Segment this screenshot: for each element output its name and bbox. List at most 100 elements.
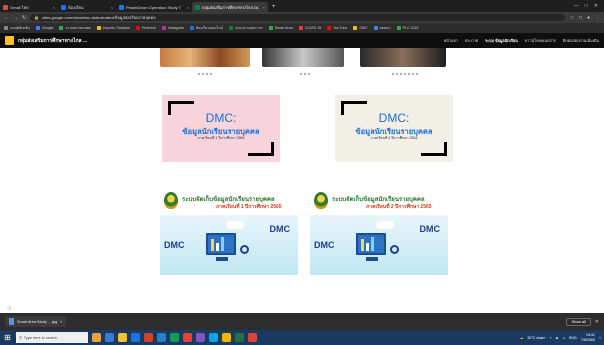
close-download-bar-icon[interactable]: ✕	[595, 319, 599, 325]
dmc-logo-text-left: DMC	[314, 240, 335, 250]
bookmark-item[interactable]: YouTube	[327, 26, 347, 30]
windows-start-icon[interactable]: ⊞	[3, 333, 12, 342]
bookmark-label: COVID-19	[304, 26, 322, 30]
bookmark-item[interactable]: Smart Area	[268, 26, 293, 30]
browser-tab[interactable]: ห้องเรียน ×	[58, 2, 116, 12]
chevron-up-icon[interactable]: ˄	[549, 336, 551, 340]
browser-tab[interactable]: กลุ่มส่งเสริมการศึกษาทางไกล DLTV ×	[192, 2, 268, 12]
new-tab-button[interactable]: +	[268, 2, 280, 12]
bookmark-favicon-icon	[189, 26, 194, 30]
weather-text[interactable]: 30°C ฝนตก	[527, 335, 545, 341]
tab-favicon-icon	[195, 4, 200, 10]
bookmark-item[interactable]: Instagram	[161, 26, 184, 30]
maximize-icon[interactable]: □	[585, 3, 588, 9]
bookmark-favicon-icon	[135, 26, 140, 30]
bookmark-favicon-icon	[373, 26, 378, 30]
bookmark-favicon-icon	[396, 26, 401, 30]
search-placeholder: Type here to search	[23, 335, 58, 340]
taskbar-app-icon[interactable]	[183, 333, 192, 342]
bookmark-favicon-icon	[353, 26, 358, 30]
bookmark-item[interactable]: COVID-19	[298, 26, 322, 30]
profile-icon[interactable]: ●	[587, 15, 590, 21]
notification-icon[interactable]: □	[599, 336, 601, 340]
close-window-icon[interactable]: ✕	[594, 3, 598, 9]
bookmark-item[interactable]: DMC	[353, 26, 368, 30]
site-logo[interactable]	[5, 36, 14, 45]
bookmark-item[interactable]: PLC 2022	[396, 26, 419, 30]
taskbar-app-icon[interactable]	[118, 333, 127, 342]
close-tab-icon[interactable]: ×	[263, 5, 265, 10]
bookmark-favicon-icon	[327, 26, 332, 30]
volume-icon[interactable]: ♫	[562, 336, 565, 340]
close-tab-icon[interactable]: ×	[111, 5, 113, 10]
taskbar-app-icon[interactable]	[196, 333, 205, 342]
bookmark-item[interactable]: Airports Thailand	[96, 26, 130, 30]
taskbar-search-input[interactable]: ⚲ Type here to search	[16, 332, 88, 343]
bookmark-item[interactable]: แอปพลิเคชัน	[4, 25, 30, 31]
clock[interactable]: 15:41 7/8/2565	[581, 333, 595, 341]
minimize-icon[interactable]: —	[574, 3, 579, 9]
forward-icon[interactable]: →	[13, 15, 18, 21]
tab-favicon-icon	[119, 4, 124, 10]
bookmark-favicon-icon	[229, 26, 234, 30]
bookmark-item[interactable]: ระบบงานบุคลากร	[229, 25, 263, 31]
network-icon[interactable]: ◈	[556, 336, 559, 340]
taskbar-app-icon[interactable]	[92, 333, 101, 342]
bookmark-favicon-icon	[298, 26, 303, 30]
taskbar-app-icon[interactable]	[157, 333, 166, 342]
image-slider-3[interactable]	[360, 48, 446, 67]
site-nav-item[interactable]: ดาวน์โหลดเอกสาร	[525, 38, 556, 44]
site-header: กลุ่มส่งเสริมการศึกษาทางไกล ... หน้าแรก ป…	[0, 33, 604, 48]
taskbar-app-icon[interactable]	[105, 333, 114, 342]
back-icon[interactable]: ←	[4, 15, 9, 21]
windows-taskbar: ⊞ ⚲ Type here to search ☁ 30°C ฝนตก ˄ ◈ …	[0, 330, 604, 345]
download-bar: Smart Area Study ....jpg ˄ Show all ✕	[0, 313, 604, 330]
taskbar-app-icon[interactable]	[235, 333, 244, 342]
site-nav-item[interactable]: ติดต่อสอบถามเพิ่มเติม	[563, 38, 599, 44]
frame-corner-bottom-right	[248, 142, 274, 156]
site-title[interactable]: กลุ่มส่งเสริมการศึกษาทางไกล ...	[18, 37, 87, 45]
bookmark-item[interactable]: Pinterest	[135, 26, 156, 30]
taskbar-app-icon[interactable]	[144, 333, 153, 342]
chevron-up-icon[interactable]: ˄	[60, 320, 62, 324]
bookmark-star-icon[interactable]: ☆	[569, 15, 573, 21]
slider-dots-1[interactable]	[198, 73, 212, 75]
image-slider-1[interactable]	[160, 48, 250, 67]
bookmark-item[interactable]: Google	[35, 26, 54, 30]
image-slider-2[interactable]	[262, 48, 344, 67]
bookmark-item[interactable]: ระบบสารสนเทศ	[59, 25, 91, 31]
dmc-card-term1[interactable]: DMC: ข้อมูลนักเรียนรายบุคคล ภาคเรียนที่ …	[162, 95, 280, 162]
url-input[interactable]: 🔒 sites.google.com/view/dmc-data-student…	[30, 14, 566, 21]
info-icon[interactable]: ☉	[7, 306, 11, 312]
download-item[interactable]: Smart Area Study ....jpg ˄	[5, 316, 67, 327]
slider-dots-3[interactable]	[392, 73, 418, 75]
taskbar-app-icon[interactable]	[170, 333, 179, 342]
reload-icon[interactable]: ↻	[22, 15, 26, 21]
bookmark-item[interactable]: ผลสอบ	[373, 25, 391, 31]
site-nav-item[interactable]: หน้าแรก	[444, 38, 458, 44]
dmc-system-card-term1[interactable]: ระบบจัดเก็บข้อมูลนักเรียนรายบุคคล ภาคเรี…	[160, 189, 298, 284]
language-indicator[interactable]: ENG	[569, 336, 577, 340]
slider-dots-2[interactable]	[300, 73, 310, 75]
site-nav-item[interactable]: ประกาศ	[465, 38, 478, 44]
browser-tab[interactable]: Gmail ไทย ×	[0, 2, 58, 12]
bookmark-label: Google	[41, 26, 54, 30]
taskbar-app-icon[interactable]	[248, 333, 257, 342]
taskbar-app-icon[interactable]	[222, 333, 231, 342]
taskbar-app-icon[interactable]	[209, 333, 218, 342]
dmc-system-card-term2[interactable]: ระบบจัดเก็บข้อมูลนักเรียนรายบุคคล ภาคเรี…	[310, 189, 448, 284]
weather-icon[interactable]: ☁	[520, 336, 524, 340]
site-nav-item[interactable]: ระบบ ข้อมูลนักเรียน	[485, 38, 518, 44]
bookmark-item[interactable]: ห้องเรียนออนไลน์	[189, 25, 223, 31]
menu-icon[interactable]: ⋮	[595, 15, 600, 21]
system-term: ภาคเรียนที่ 1 ปีการศึกษา 2565	[216, 204, 282, 210]
bookmark-label: ระบบงานบุคลากร	[235, 26, 263, 30]
taskbar-app-icon[interactable]	[131, 333, 140, 342]
show-all-button[interactable]: Show all	[566, 317, 591, 326]
browser-tab[interactable]: PeachDown Operation Study T ×	[116, 2, 192, 12]
extensions-icon[interactable]: □	[579, 15, 582, 21]
close-tab-icon[interactable]: ×	[53, 5, 55, 10]
close-tab-icon[interactable]: ×	[187, 5, 189, 10]
dmc-card-term2[interactable]: DMC: ข้อมูลนักเรียนรายบุคคล ภาคเรียนที่ …	[335, 95, 453, 162]
bookmark-favicon-icon	[59, 26, 64, 30]
